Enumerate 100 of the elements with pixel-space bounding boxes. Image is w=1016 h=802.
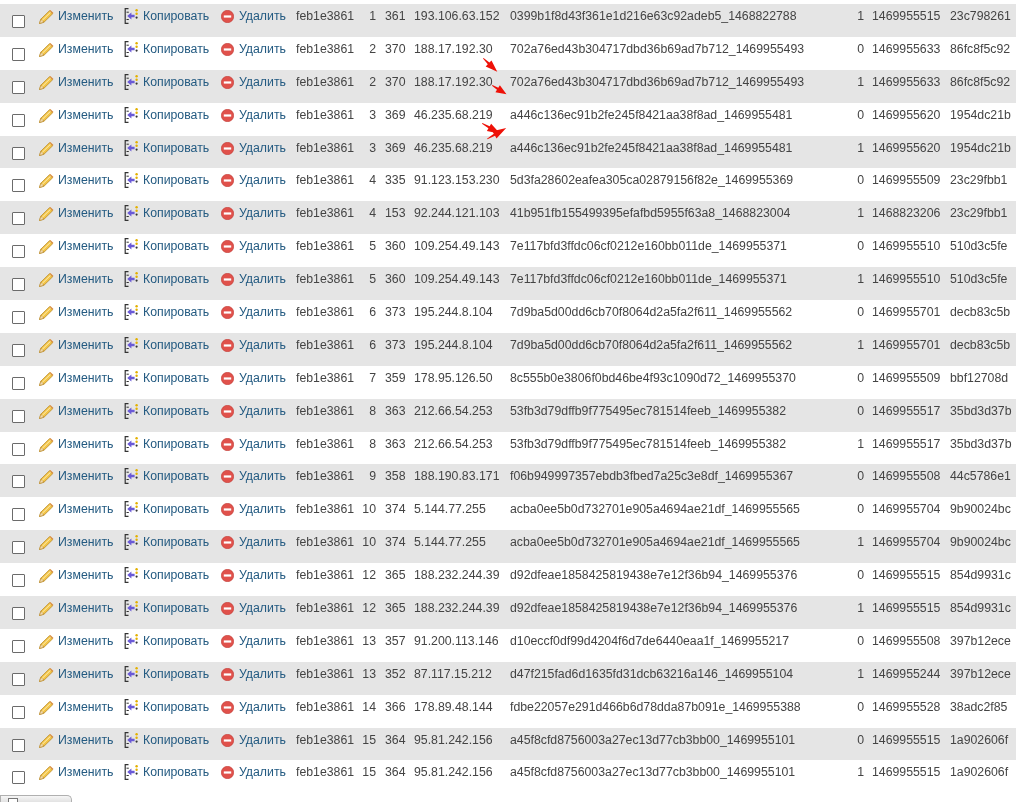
copy-link[interactable]: Копировать [124,305,210,320]
delete-link[interactable]: Удалить [221,502,286,517]
checkbox[interactable] [12,442,25,456]
checkbox[interactable] [12,80,25,94]
edit-link[interactable]: Изменить [39,502,114,518]
checkbox[interactable] [12,245,25,259]
delete-link[interactable]: Удалить [221,173,286,188]
checkbox[interactable] [12,672,25,686]
copy-link[interactable]: Копировать [124,765,210,781]
delete-link[interactable]: Удалить [221,403,286,418]
edit-link[interactable]: Изменить [39,140,114,156]
copy-link[interactable]: Копировать [124,337,210,353]
copy-link[interactable]: Копировать [124,699,210,715]
copy-link[interactable]: Копировать [124,436,210,452]
delete-link[interactable]: Удалить [221,535,286,550]
edit-link[interactable]: Изменить [39,272,114,288]
edit-link[interactable]: Изменить [39,469,114,485]
delete-link[interactable]: Удалить [221,568,286,583]
delete-link[interactable]: Удалить [221,305,286,319]
edit-link[interactable]: Изменить [39,239,114,255]
edit-link[interactable]: Изменить [39,568,114,584]
checkbox[interactable] [12,179,25,193]
checkbox[interactable] [12,541,25,555]
delete-link[interactable]: Удалить [221,74,286,89]
delete-link[interactable]: Удалить [221,699,286,714]
edit-link[interactable]: Изменить [39,337,114,353]
checkbox[interactable] [12,15,25,28]
copy-link[interactable]: Копировать [124,9,210,24]
edit-link[interactable]: Изменить [39,633,114,649]
copy-link[interactable]: Копировать [124,633,210,649]
checkbox[interactable] [12,475,25,489]
checkbox[interactable] [12,607,25,621]
checkbox[interactable] [12,771,25,785]
copy-link[interactable]: Копировать [124,403,210,419]
copy-link[interactable]: Копировать [124,535,210,551]
delete-link[interactable]: Удалить [221,666,286,681]
copy-link[interactable]: Копировать [124,568,210,584]
edit-link[interactable]: Изменить [39,173,114,189]
copy-link[interactable]: Копировать [124,502,210,518]
toolbar-button[interactable] [0,794,72,802]
delete-link[interactable]: Удалить [221,107,286,122]
table-cell: 374 [385,535,406,550]
delete-link[interactable]: Удалить [221,337,286,352]
edit-link[interactable]: Изменить [39,9,114,24]
delete-link[interactable]: Удалить [221,272,286,287]
copy-link[interactable]: Копировать [124,666,210,682]
delete-link[interactable]: Удалить [221,239,286,254]
delete-link[interactable]: Удалить [221,436,286,451]
edit-link[interactable]: Изменить [39,403,114,419]
delete-link[interactable]: Удалить [221,601,286,616]
edit-link[interactable]: Изменить [39,666,114,682]
delete-link[interactable]: Удалить [221,633,286,648]
checkbox[interactable] [12,738,25,752]
checkbox[interactable] [12,311,25,324]
edit-link[interactable]: Изменить [39,370,114,386]
delete-link[interactable]: Удалить [221,41,286,56]
edit-link[interactable]: Изменить [39,535,114,551]
checkbox[interactable] [12,376,25,390]
checkbox[interactable] [12,278,25,292]
checkbox[interactable] [12,343,25,357]
copy-link[interactable]: Копировать [124,469,210,485]
copy-link[interactable]: Копировать [124,601,210,617]
edit-link[interactable]: Изменить [39,699,114,715]
edit-link[interactable]: Изменить [39,732,114,748]
checkbox[interactable] [12,409,25,423]
edit-link[interactable]: Изменить [39,206,114,222]
checkbox[interactable] [12,212,25,226]
copy-link[interactable]: Копировать [124,74,210,90]
edit-link[interactable]: Изменить [39,305,114,320]
edit-link[interactable]: Изменить [39,107,114,123]
edit-link[interactable]: Изменить [39,601,114,617]
delete-link[interactable]: Удалить [221,370,286,385]
checkbox[interactable] [12,47,25,61]
checkbox[interactable] [12,508,25,522]
copy-link[interactable]: Копировать [124,732,210,748]
table-cell: 366 [385,699,406,714]
edit-link[interactable]: Изменить [39,41,114,57]
checkbox[interactable] [12,146,25,160]
copy-link[interactable]: Копировать [124,206,210,222]
copy-link[interactable]: Копировать [124,272,210,288]
delete-link[interactable]: Удалить [221,765,286,780]
checkbox[interactable] [8,797,18,802]
copy-link[interactable]: Копировать [124,239,210,255]
edit-link[interactable]: Изменить [39,765,114,781]
delete-link[interactable]: Удалить [221,9,286,23]
delete-link[interactable]: Удалить [221,140,286,155]
checkbox[interactable] [12,574,25,588]
edit-link[interactable]: Изменить [39,436,114,452]
copy-link[interactable]: Копировать [124,140,210,156]
checkbox[interactable] [12,639,25,653]
copy-link[interactable]: Копировать [124,107,210,123]
checkbox[interactable] [12,113,25,127]
delete-link[interactable]: Удалить [221,469,286,484]
copy-link[interactable]: Копировать [124,173,210,189]
delete-link[interactable]: Удалить [221,732,286,747]
checkbox[interactable] [12,705,25,719]
copy-link[interactable]: Копировать [124,370,210,386]
edit-link[interactable]: Изменить [39,74,114,90]
copy-link[interactable]: Копировать [124,41,210,57]
delete-link[interactable]: Удалить [221,206,286,221]
